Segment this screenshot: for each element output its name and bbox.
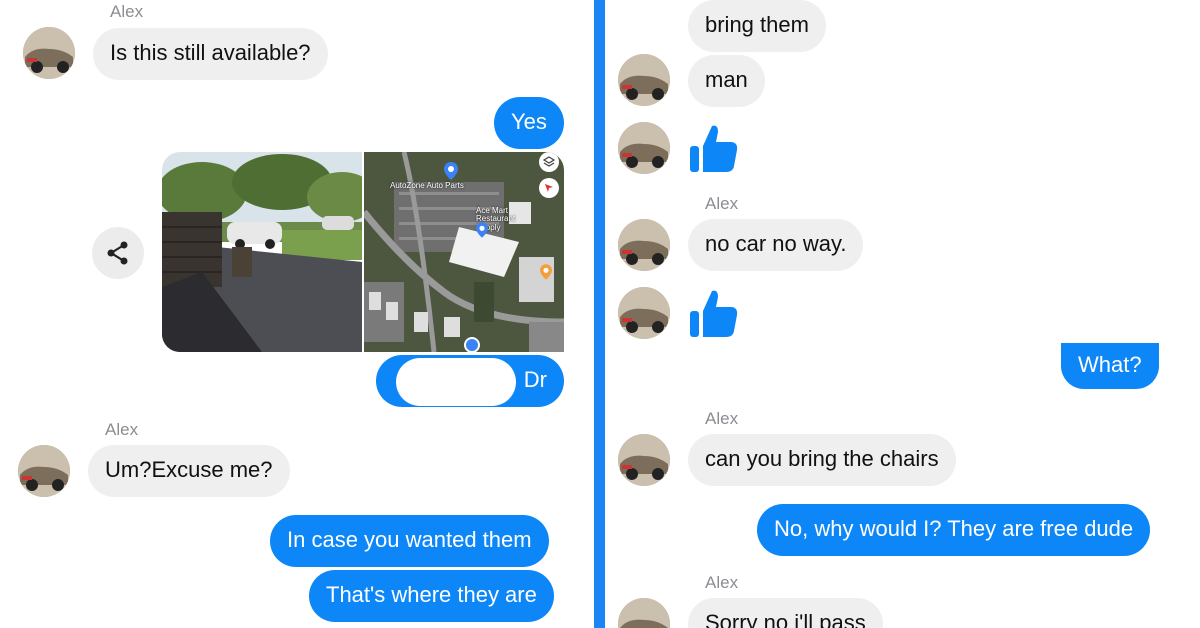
incoming-message: Is this still available?	[93, 28, 328, 80]
layers-icon[interactable]	[539, 152, 559, 172]
map-label: AutoZone Auto Parts	[390, 181, 464, 190]
share-icon	[107, 241, 128, 265]
avatar[interactable]	[18, 445, 70, 497]
thumbs-up-icon	[690, 125, 738, 172]
avatar[interactable]	[618, 54, 670, 106]
sender-name: Alex	[110, 2, 144, 21]
avatar[interactable]	[618, 122, 670, 174]
incoming-message: can you bring the chairs	[688, 434, 956, 486]
incoming-message: man	[688, 55, 765, 107]
right-conversation-panel: bring them man Alex no car no way. What?…	[605, 0, 1200, 628]
sender-name: Alex	[705, 409, 739, 428]
map-pin-icon	[444, 162, 458, 180]
incoming-message: bring them	[688, 0, 826, 52]
avatar[interactable]	[618, 219, 670, 271]
thumbs-up-icon	[690, 290, 738, 337]
outgoing-message: Yes	[494, 97, 564, 149]
incoming-message: no car no way.	[688, 219, 864, 271]
sender-name: Alex	[105, 420, 139, 439]
map-pin-icon	[540, 264, 552, 280]
location-map[interactable]: AutoZone Auto Parts Ace Mart Restaurant …	[364, 152, 564, 352]
outgoing-message: What?	[1061, 343, 1159, 389]
avatar[interactable]	[618, 287, 670, 339]
outgoing-message: No, why would I? They are free dude	[757, 504, 1151, 556]
avatar[interactable]	[618, 598, 670, 628]
compass-icon[interactable]	[539, 178, 559, 198]
location-dot	[464, 337, 480, 352]
avatar[interactable]	[618, 434, 670, 486]
panel-divider	[594, 0, 605, 628]
incoming-message: Sorry no i'll pass	[688, 598, 883, 628]
outgoing-message: In case you wanted them	[270, 515, 549, 567]
sender-name: Alex	[705, 194, 739, 213]
left-conversation-panel: Alex Is this still available? Yes AutoZo…	[0, 0, 594, 628]
share-button[interactable]	[92, 227, 144, 279]
outgoing-message: That's where they are	[309, 570, 554, 622]
avatar[interactable]	[23, 27, 75, 79]
address-suffix: Dr	[523, 367, 547, 392]
incoming-message: Um?Excuse me?	[88, 445, 290, 497]
location-photo[interactable]	[162, 152, 362, 352]
map-pin-icon	[476, 222, 488, 238]
redaction-mark	[396, 358, 516, 406]
sender-name: Alex	[705, 573, 739, 592]
